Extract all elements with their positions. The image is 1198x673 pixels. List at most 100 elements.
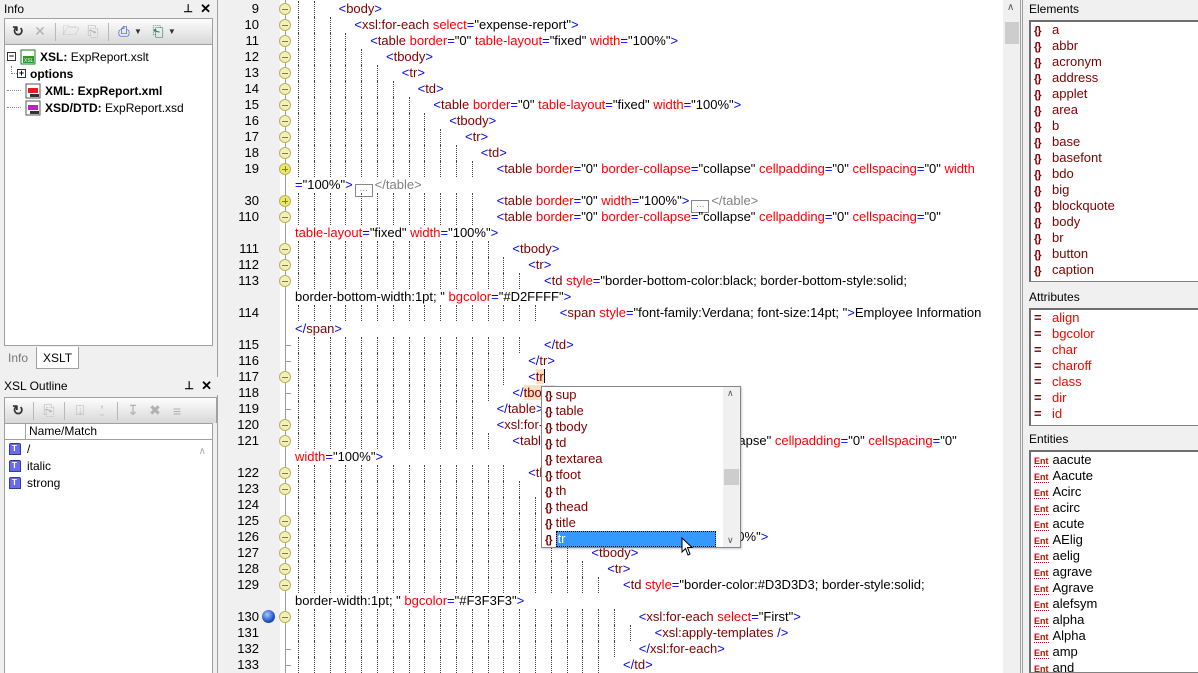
entity-item[interactable]: Ent aacute xyxy=(1031,452,1198,468)
parameters-icon[interactable]: ⎗ xyxy=(148,22,168,42)
insert-template-icon[interactable]: ⍗ xyxy=(70,401,90,421)
autocomplete-item[interactable]: {} table xyxy=(543,403,723,419)
entity-item[interactable]: Ent agrave xyxy=(1031,564,1198,580)
collapse-fold-icon[interactable] xyxy=(279,515,291,527)
close-icon[interactable]: ✕ xyxy=(201,377,212,395)
autocomplete-item[interactable]: {} tbody xyxy=(543,419,723,435)
tree-item-options[interactable]: + options xyxy=(5,65,212,82)
code-line[interactable]: 12 <tbody> xyxy=(219,49,1003,65)
entity-item[interactable]: Ent and xyxy=(1031,660,1198,672)
delete-template-icon[interactable]: ✖ xyxy=(145,401,165,421)
tree-item-xml[interactable]: XML: ExpReport.xml xyxy=(5,82,212,99)
code-line[interactable]: 111 <tbody> xyxy=(219,241,1003,257)
code-line[interactable]: 129 <td style="border-color:#D3D3D3; bord… xyxy=(219,577,1003,593)
attribute-item[interactable]: = class xyxy=(1031,374,1198,390)
element-item[interactable]: {} applet xyxy=(1031,86,1198,102)
collapse-fold-icon[interactable] xyxy=(279,131,291,143)
code-line[interactable]: 131 <xsl:apply-templates /> xyxy=(219,625,1003,641)
scrollbar-thumb[interactable] xyxy=(724,469,739,485)
outline-row[interactable]: italic xyxy=(5,457,212,474)
collapse-fold-icon[interactable] xyxy=(279,435,291,447)
code-line[interactable]: 117 <tr xyxy=(219,369,1003,385)
element-item[interactable]: {} big xyxy=(1031,182,1198,198)
collapse-fold-icon[interactable] xyxy=(279,483,291,495)
expand-fold-icon[interactable] xyxy=(279,195,291,207)
collapse-fold-icon[interactable] xyxy=(279,259,291,271)
autocomplete-item[interactable]: {} th xyxy=(543,483,723,499)
scroll-up-icon[interactable]: ∧ xyxy=(727,388,734,399)
entity-item[interactable]: Ent amp xyxy=(1031,644,1198,660)
attribute-item[interactable]: = charoff xyxy=(1031,358,1198,374)
scroll-up-icon[interactable]: ∧ xyxy=(199,446,206,457)
sort-icon[interactable]: ↧ xyxy=(123,401,143,421)
code-line[interactable]: 18 <td> xyxy=(219,145,1003,161)
scroll-up-icon[interactable]: ∧ xyxy=(1007,2,1014,13)
code-line-wrap[interactable]: ="100%">... </table> xyxy=(219,177,1003,197)
collapse-fold-icon[interactable] xyxy=(279,35,291,47)
code-line[interactable]: 15 <table border="0" table-layout="fixed"… xyxy=(219,97,1003,113)
code-line-wrap[interactable]: </span> xyxy=(219,321,1003,337)
element-item[interactable]: {} area xyxy=(1031,102,1198,118)
collapse-fold-icon[interactable] xyxy=(279,547,291,559)
code-line[interactable]: 110 <table border="0" border-collapse="co… xyxy=(219,209,1003,225)
collapse-fold-icon[interactable] xyxy=(279,19,291,31)
collapse-fold-icon[interactable] xyxy=(279,467,291,479)
collapse-icon[interactable]: − xyxy=(7,52,16,61)
collapse-fold-icon[interactable] xyxy=(279,563,291,575)
expand-icon[interactable]: + xyxy=(17,69,26,78)
collapse-fold-icon[interactable] xyxy=(279,579,291,591)
column-header-name-match[interactable]: Name/Match xyxy=(26,424,97,439)
collapse-fold-icon[interactable] xyxy=(279,115,291,127)
code-line[interactable]: 30 <table border="0" width="100%">... </ta… xyxy=(219,193,1003,213)
autocomplete-item[interactable]: {} tfoot xyxy=(543,467,723,483)
refresh-icon[interactable]: ↻ xyxy=(8,401,28,421)
code-line[interactable]: 9 <body> xyxy=(219,1,1003,17)
entity-item[interactable]: Ent acirc xyxy=(1031,500,1198,516)
element-item[interactable]: {} base xyxy=(1031,134,1198,150)
element-item[interactable]: {} acronym xyxy=(1031,54,1198,70)
scrollbar-thumb[interactable] xyxy=(1005,22,1019,44)
collapse-fold-icon[interactable] xyxy=(279,211,291,223)
entity-item[interactable]: Ent aelig xyxy=(1031,548,1198,564)
attribute-item[interactable]: = id xyxy=(1031,406,1198,422)
element-item[interactable]: {} caption xyxy=(1031,262,1198,278)
code-editor[interactable]: 9 <body> 10 <xsl:for-each select="expense-r… xyxy=(219,0,1003,673)
element-item[interactable]: {} basefont xyxy=(1031,150,1198,166)
autocomplete-item[interactable]: {} tr xyxy=(543,531,723,547)
assign-file-icon[interactable]: ⎘ xyxy=(83,22,103,42)
entity-item[interactable]: Ent alefsym xyxy=(1031,596,1198,612)
element-item[interactable]: {} br xyxy=(1031,230,1198,246)
tree-item-xsd[interactable]: XSD/DTD: ExpReport.xsd xyxy=(5,99,212,116)
code-line-wrap[interactable]: table-layout="fixed" width="100%"> xyxy=(219,225,1003,241)
open-file-icon[interactable]: 🗁 xyxy=(61,22,81,42)
entity-item[interactable]: Ent Aacute xyxy=(1031,468,1198,484)
collapse-fold-icon[interactable] xyxy=(279,371,291,383)
collapse-fold-icon[interactable] xyxy=(279,51,291,63)
collapse-fold-icon[interactable] xyxy=(279,147,291,159)
attribute-item[interactable]: = char xyxy=(1031,342,1198,358)
autocomplete-item[interactable]: {} thead xyxy=(543,499,723,515)
code-line[interactable]: 11 <table border="0" table-layout="fixed"… xyxy=(219,33,1003,49)
close-icon[interactable]: ✕ xyxy=(200,0,211,18)
collapse-fold-icon[interactable] xyxy=(279,275,291,287)
xslt-settings-icon[interactable]: ⎙ xyxy=(114,22,134,42)
element-item[interactable]: {} button xyxy=(1031,246,1198,262)
code-line[interactable]: 10 <xsl:for-each select="expense-report"> xyxy=(219,17,1003,33)
code-line-wrap[interactable]: border-bottom-width:1pt; " bgcolor="#D2F… xyxy=(219,289,1003,305)
element-item[interactable]: {} b xyxy=(1031,118,1198,134)
element-item[interactable]: {} a xyxy=(1031,22,1198,38)
tree-item-xsl[interactable]: − XSL XSL: ExpReport.xslt xyxy=(5,48,212,65)
collapse-fold-icon[interactable] xyxy=(279,99,291,111)
refresh-icon[interactable]: ↻ xyxy=(8,22,28,42)
code-line[interactable]: 115 </td> xyxy=(219,337,1003,353)
code-line[interactable]: 14 <td> xyxy=(219,81,1003,97)
element-item[interactable]: {} abbr xyxy=(1031,38,1198,54)
element-item[interactable]: {} body xyxy=(1031,214,1198,230)
code-line[interactable]: 112 <tr> xyxy=(219,257,1003,273)
collapse-fold-icon[interactable] xyxy=(279,67,291,79)
code-line[interactable]: 19 <table border="0" border-collapse="col… xyxy=(219,161,1003,177)
autocomplete-scrollbar[interactable]: ∧ ∨ xyxy=(723,387,740,547)
code-line[interactable]: 113 <td style="border-bottom-color:black;… xyxy=(219,273,1003,289)
insert-call-template-icon[interactable]: ⍘ xyxy=(92,401,112,421)
entity-item[interactable]: Ent alpha xyxy=(1031,612,1198,628)
